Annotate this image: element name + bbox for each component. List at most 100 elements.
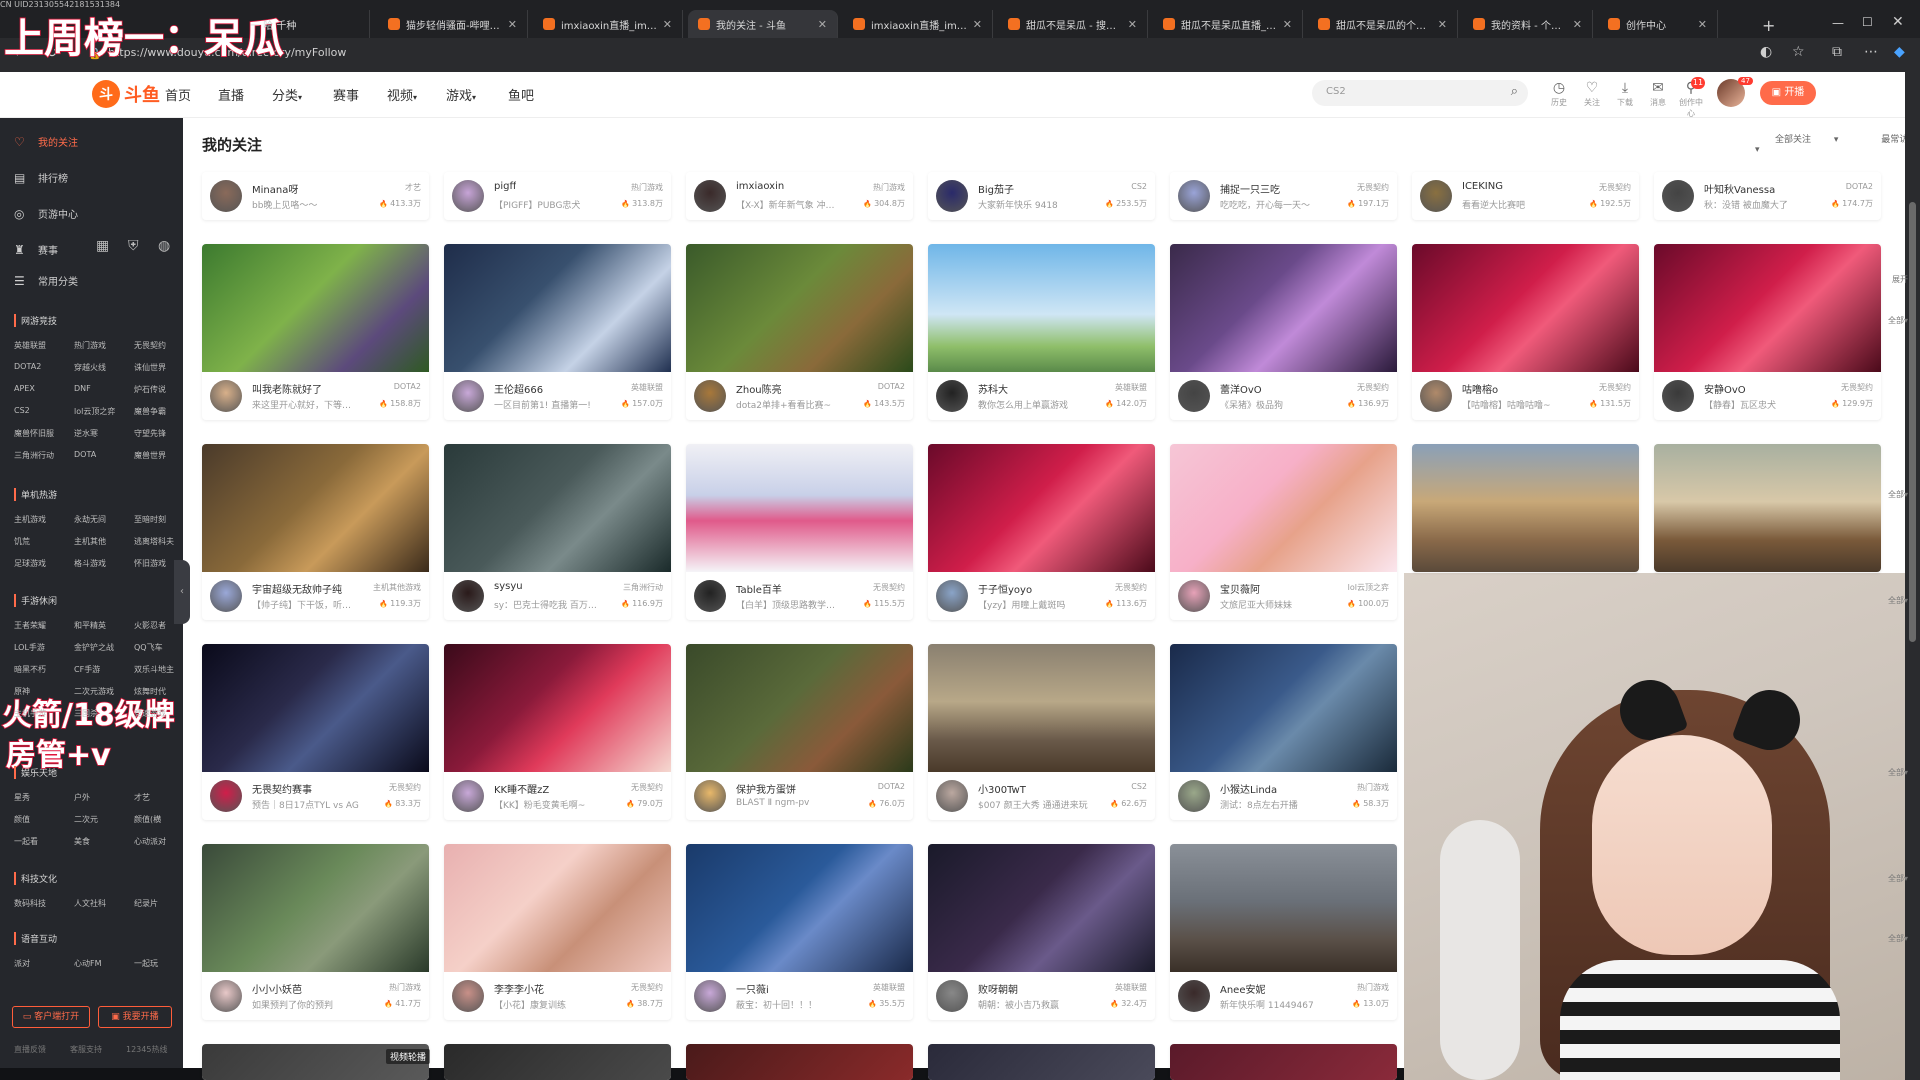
stream-title[interactable]: 【静春】瓦区忠犬 xyxy=(1704,398,1776,411)
stream-category[interactable]: 无畏契约 xyxy=(1357,182,1389,193)
tab-close-icon[interactable]: ✕ xyxy=(1128,18,1137,31)
stream-thumbnail[interactable] xyxy=(1170,644,1397,772)
follow-card[interactable]: Minana呀 才艺 bb晚上见咯～～ 🔥 413.3万 xyxy=(202,172,429,220)
collections-icon[interactable]: ⧉ xyxy=(1832,44,1842,60)
streamer-avatar[interactable] xyxy=(1662,380,1694,412)
browser-tab[interactable]: 甜瓜不是呆瓜 - 搜索结果 ✕ xyxy=(998,10,1148,38)
stream-thumbnail[interactable] xyxy=(444,644,671,772)
follow-card[interactable]: Anee安妮 热门游戏 新年快乐啊 11449467 🔥 13.0万 xyxy=(1170,844,1397,1020)
follow-card[interactable]: KK睡不醒zZ 无畏契约 【KK】粉毛变黄毛啊~ 🔥 79.0万 xyxy=(444,644,671,820)
close-window-icon[interactable]: ✕ xyxy=(1892,14,1904,30)
follow-card[interactable]: 小300TwT CS2 $007 颜王大秀 通通进来玩 🔥 62.6万 xyxy=(928,644,1155,820)
page-scrollbar[interactable] xyxy=(1905,72,1920,1080)
sidebar-subcategory[interactable]: 炫舞时代 xyxy=(134,686,166,697)
streamer-avatar[interactable] xyxy=(452,380,484,412)
maximize-icon[interactable]: ☐ xyxy=(1862,15,1873,29)
streamer-avatar[interactable] xyxy=(1178,580,1210,612)
sidebar-item[interactable]: ♡ 我的关注 xyxy=(14,134,78,150)
nav-video[interactable]: 视频▾ xyxy=(387,85,417,104)
follow-card[interactable]: 捕捉一只三吃 无畏契约 吃吃吃，开心每一天～ 🔥 197.1万 xyxy=(1170,172,1397,220)
sidebar-subcategory[interactable]: 数码科技 xyxy=(14,898,46,909)
sidebar-subcategory[interactable]: 穿越火线 xyxy=(74,362,106,373)
stream-thumbnail[interactable] xyxy=(686,244,913,372)
sidebar-subcategory[interactable]: 魔兽世界 xyxy=(134,450,166,461)
sidebar-subcategory[interactable]: 一起看 xyxy=(14,836,38,847)
browser-tab[interactable]: 甜瓜不是呆瓜的个人空间 ✕ xyxy=(1308,10,1458,38)
follow-card[interactable]: 于子恒yoyo 无畏契约 【yzy】用瞳上戴斑吗 🔥 113.6万 xyxy=(928,444,1155,620)
header-history[interactable]: ◷ 历史 xyxy=(1544,80,1574,108)
streamer-name[interactable]: 一只薇i xyxy=(736,981,769,996)
sidebar-subcategory[interactable]: CF手游 xyxy=(74,664,100,675)
stream-thumbnail[interactable] xyxy=(202,444,429,572)
sidebar-subcategory[interactable]: 星秀 xyxy=(14,792,30,803)
stream-thumbnail[interactable] xyxy=(686,644,913,772)
start-live-button[interactable]: ▣ 开播 xyxy=(1760,81,1816,105)
streamer-name[interactable]: 小300TwT xyxy=(978,781,1026,796)
stream-category[interactable]: DOTA2 xyxy=(878,382,905,391)
stream-title[interactable]: 【白羊】顶级思路教学… xyxy=(736,598,835,611)
sidebar-subcategory[interactable]: 人文社科 xyxy=(74,898,106,909)
sidebar-subcategory[interactable]: 守望先锋 xyxy=(134,428,166,439)
stream-title[interactable]: dota2单排+看看比赛~ xyxy=(736,398,831,411)
tab-close-icon[interactable]: ✕ xyxy=(1283,18,1292,31)
stream-title[interactable]: 【帅子纯】下干饭，听… xyxy=(252,598,351,611)
search-input[interactable]: CS2 ⌕ xyxy=(1312,80,1528,106)
follow-card[interactable]: 一只薇i 英雄联盟 蔽宝：初十回！！！ 🔥 35.5万 xyxy=(686,844,913,1020)
sidebar-subcategory[interactable]: 魔兽争霸 xyxy=(134,406,166,417)
stream-thumbnail[interactable] xyxy=(202,644,429,772)
stream-category[interactable]: 英雄联盟 xyxy=(1115,982,1147,993)
header-download[interactable]: ⤓ 下载 xyxy=(1610,80,1640,108)
follow-card[interactable] xyxy=(1654,444,1881,572)
sidebar-subcategory[interactable]: 主机游戏 xyxy=(14,514,46,525)
stream-thumbnail[interactable] xyxy=(686,1044,913,1080)
streamer-name[interactable]: imxiaoxin xyxy=(736,181,784,192)
streamer-name[interactable]: ICEKING xyxy=(1462,181,1503,192)
nav-games[interactable]: 游戏▾ xyxy=(446,85,476,104)
sidebar-collapse-button[interactable]: ‹ xyxy=(174,560,190,624)
stream-title[interactable]: 教你怎么用上单赢游戏 xyxy=(978,398,1068,411)
sidebar-footer-link[interactable]: 直播反馈 xyxy=(14,1044,46,1055)
stream-category[interactable]: 三角洲行动 xyxy=(623,582,663,593)
sidebar-subcategory[interactable]: 英雄联盟 xyxy=(14,340,46,351)
stream-category[interactable]: 英雄联盟 xyxy=(1115,382,1147,393)
follow-card[interactable]: 败呀朝朝 英雄联盟 朝朝：被小吉乃救赢 🔥 32.4万 xyxy=(928,844,1155,1020)
stream-category[interactable]: 热门游戏 xyxy=(873,182,905,193)
stream-title[interactable]: 【KK】粉毛变黄毛啊~ xyxy=(494,798,585,811)
sidebar-section-title[interactable]: 语音互动 xyxy=(14,932,57,945)
sidebar-subcategory[interactable]: 逃离塔科夫 xyxy=(134,536,174,547)
streamer-name[interactable]: 无畏契约赛事 xyxy=(252,781,312,796)
stream-title[interactable]: 文旅尼亚大师妹妹 xyxy=(1220,598,1292,611)
streamer-name[interactable]: Table百羊 xyxy=(736,581,782,596)
stream-thumbnail[interactable] xyxy=(928,844,1155,972)
stream-thumbnail[interactable] xyxy=(202,244,429,372)
follow-card[interactable]: 叶知秋Vanessa DOTA2 秋：没错 被血魔大了 🔥 174.7万 xyxy=(1654,172,1881,220)
stream-thumbnail[interactable] xyxy=(444,244,671,372)
tab-close-icon[interactable]: ✕ xyxy=(973,18,982,31)
browser-tab[interactable]: 我的关注 - 斗鱼 ✕ xyxy=(688,10,838,38)
browser-tab[interactable]: 甜瓜不是呆瓜直播_甜瓜不 ✕ xyxy=(1153,10,1303,38)
stream-category[interactable]: 英雄联盟 xyxy=(631,382,663,393)
streamer-name[interactable]: 咕噜榕o xyxy=(1462,381,1498,396)
stream-category[interactable]: 无畏契约 xyxy=(1357,382,1389,393)
streamer-avatar[interactable] xyxy=(1178,980,1210,1012)
section-more[interactable]: 全部▾ xyxy=(1888,767,1908,778)
more-menu-icon[interactable]: ⋯ xyxy=(1864,44,1878,60)
follow-card[interactable]: 宇宙超级无敌帅子纯 主机其他游戏 【帅子纯】下干饭，听… 🔥 119.3万 xyxy=(202,444,429,620)
sidebar-subcategory[interactable]: DOTA2 xyxy=(14,362,41,371)
streamer-avatar[interactable] xyxy=(1662,180,1694,212)
stream-title[interactable]: 【X-X】新年新气象 冲… xyxy=(736,198,835,211)
sidebar-subcategory[interactable]: 派对 xyxy=(14,958,30,969)
streamer-name[interactable]: Zhou陈亮 xyxy=(736,381,782,396)
streamer-avatar[interactable] xyxy=(210,780,242,812)
stream-thumbnail[interactable] xyxy=(686,444,913,572)
follow-card[interactable]: imxiaoxin 热门游戏 【X-X】新年新气象 冲… 🔥 304.8万 xyxy=(686,172,913,220)
streamer-name[interactable]: 保护我方蛋饼 xyxy=(736,781,796,796)
sidebar-subcategory[interactable]: 纪录片 xyxy=(134,898,158,909)
tab-close-icon[interactable]: ✕ xyxy=(1438,18,1447,31)
sidebar-subcategory[interactable]: 一起玩 xyxy=(134,958,158,969)
streamer-avatar[interactable] xyxy=(210,980,242,1012)
sidebar-subcategory[interactable]: 颜值(横 xyxy=(134,814,161,825)
stream-thumbnail[interactable] xyxy=(444,1044,671,1080)
follow-card[interactable] xyxy=(686,1044,913,1080)
sidebar-subcategory[interactable]: 金铲铲之战 xyxy=(74,642,114,653)
